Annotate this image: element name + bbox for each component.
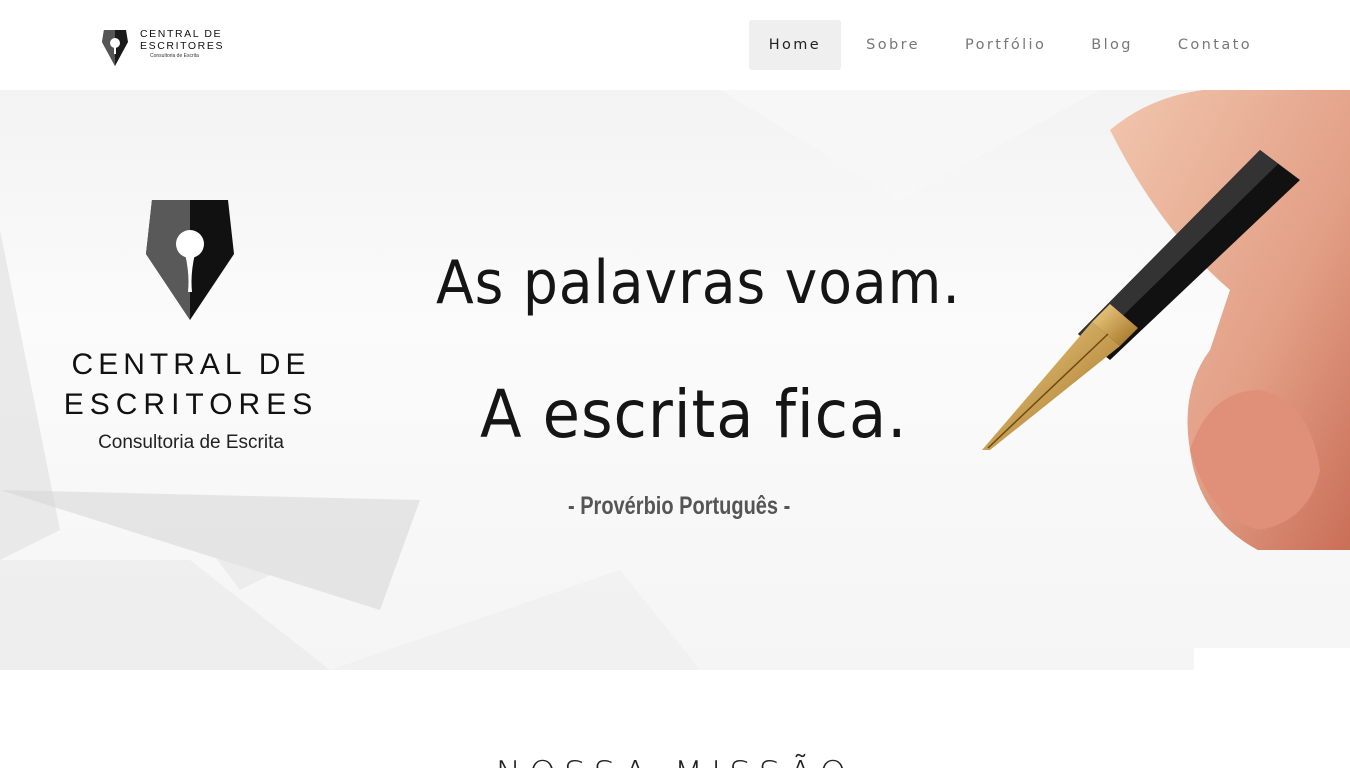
site-logo[interactable]: CENTRAL DE ESCRITORES Consultoria de Esc… xyxy=(100,26,224,72)
logo-line-1: CENTRAL DE xyxy=(140,28,223,40)
logo-line-2: ESCRITORES xyxy=(140,40,225,52)
main-nav: Home Sobre Portfólio Blog Contato xyxy=(744,20,1272,70)
nav-portfolio[interactable]: Portfólio xyxy=(945,20,1066,70)
section-title-mission: NOSSA MISSÃO xyxy=(0,754,1350,768)
pen-nib-logo-icon xyxy=(146,200,234,320)
nav-home[interactable]: Home xyxy=(748,20,842,70)
hero-logo-line-2: ESCRITORES xyxy=(63,388,319,421)
nav-sobre[interactable]: Sobre xyxy=(846,20,940,70)
hero-quote-line-1: As palavras voam. xyxy=(436,248,961,318)
hero-logo-line-1: CENTRAL DE xyxy=(71,348,311,381)
logo-tagline: Consultoria de Escrita xyxy=(150,53,199,59)
site-header: CENTRAL DE ESCRITORES Consultoria de Esc… xyxy=(0,0,1350,90)
hero-logo: CENTRAL DE ESCRITORES Consultoria de Esc… xyxy=(56,196,326,466)
nav-contato[interactable]: Contato xyxy=(1158,20,1272,70)
fountain-pen-icon xyxy=(982,90,1350,550)
pen-nib-logo-icon xyxy=(102,30,128,66)
hero-quote-attribution: - Provérbio Português - xyxy=(568,492,791,520)
hero-quote-line-2: A escrita fica. xyxy=(480,376,908,453)
hero-banner: CENTRAL DE ESCRITORES Consultoria de Esc… xyxy=(0,90,1350,670)
nav-blog[interactable]: Blog xyxy=(1071,20,1153,70)
hero-logo-tagline: Consultoria de Escrita xyxy=(98,432,284,453)
